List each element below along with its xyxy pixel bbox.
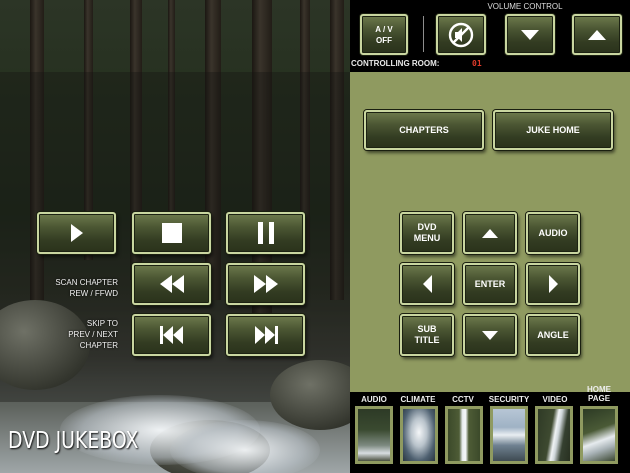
forest-stream-thumb [358, 409, 390, 461]
fast-forward-icon [253, 275, 278, 293]
juke-home-button[interactable]: JUKE HOME [493, 110, 613, 150]
fast-forward-button[interactable] [226, 263, 305, 305]
volume-control-label: VOLUME CONTROL [487, 2, 563, 11]
mute-button[interactable] [436, 14, 486, 55]
triangle-up-icon [482, 228, 498, 238]
skip-next-icon [254, 326, 278, 344]
waterfall-thumb [403, 409, 435, 461]
rewind-icon [159, 275, 184, 293]
brand-title: DVD JUKEBOX [8, 428, 139, 454]
volume-down-button[interactable] [505, 14, 555, 55]
audio-button[interactable]: AUDIO [526, 212, 580, 254]
nav-home-page-button[interactable] [580, 406, 618, 464]
tall-waterfall-thumb [448, 409, 480, 461]
nav-label-cctv: CCTV [452, 395, 474, 404]
mute-icon [448, 22, 474, 47]
nav-cctv-button[interactable] [445, 406, 483, 464]
stop-button[interactable] [132, 212, 211, 254]
dvd-menu-button[interactable]: DVD MENU [400, 212, 454, 254]
scan-chapter-label: SCAN CHAPTER REW / FFWD [55, 278, 118, 298]
nav-label-video: VIDEO [542, 395, 568, 404]
enter-button[interactable]: ENTER [463, 263, 517, 305]
room-number: 01 [472, 59, 482, 68]
subtitle-button[interactable]: SUB TITLE [400, 314, 454, 356]
play-icon [70, 224, 83, 242]
triangle-left-icon [422, 275, 432, 293]
nav-label-home-page: HOME PAGE [587, 385, 611, 403]
triangle-down-icon [521, 29, 539, 40]
skip-previous-button[interactable] [132, 314, 211, 356]
rock [270, 360, 350, 430]
triangle-right-icon [548, 275, 558, 293]
angle-button[interactable]: ANGLE [526, 314, 580, 356]
volume-up-button[interactable] [572, 14, 622, 55]
controlling-room-label: CONTROLLING ROOM: [351, 59, 440, 68]
triangle-up-icon [588, 29, 606, 40]
nav-video-button[interactable] [535, 406, 573, 464]
arrow-right-button[interactable] [526, 263, 580, 305]
nav-audio-button[interactable] [355, 406, 393, 464]
nav-climate-button[interactable] [400, 406, 438, 464]
divider [423, 16, 424, 52]
arrow-left-button[interactable] [400, 263, 454, 305]
water-rapids [170, 420, 320, 473]
nav-label-audio: AUDIO [361, 395, 387, 404]
creek-thumb [583, 409, 615, 461]
nav-security-button[interactable] [490, 406, 528, 464]
coast-thumb [493, 409, 525, 461]
triangle-down-icon [482, 330, 498, 340]
cascade-thumb [538, 409, 570, 461]
av-off-button[interactable]: A / V OFF [360, 14, 408, 55]
skip-previous-icon [159, 326, 183, 344]
play-button[interactable] [37, 212, 116, 254]
chapters-button[interactable]: CHAPTERS [364, 110, 484, 150]
arrow-down-button[interactable] [463, 314, 517, 356]
skip-next-button[interactable] [226, 314, 305, 356]
pause-button[interactable] [226, 212, 305, 254]
nav-label-security: SECURITY [488, 395, 530, 404]
skip-chapter-label: SKIP TO PREV / NEXT CHAPTER [68, 319, 118, 350]
pause-icon [257, 222, 274, 244]
stop-icon [161, 223, 182, 243]
rewind-button[interactable] [132, 263, 211, 305]
arrow-up-button[interactable] [463, 212, 517, 254]
jukebox-screen: A / V OFF VOLUME CONTROL CONTROLLING ROO… [0, 0, 630, 473]
nav-label-climate: CLIMATE [400, 395, 436, 404]
